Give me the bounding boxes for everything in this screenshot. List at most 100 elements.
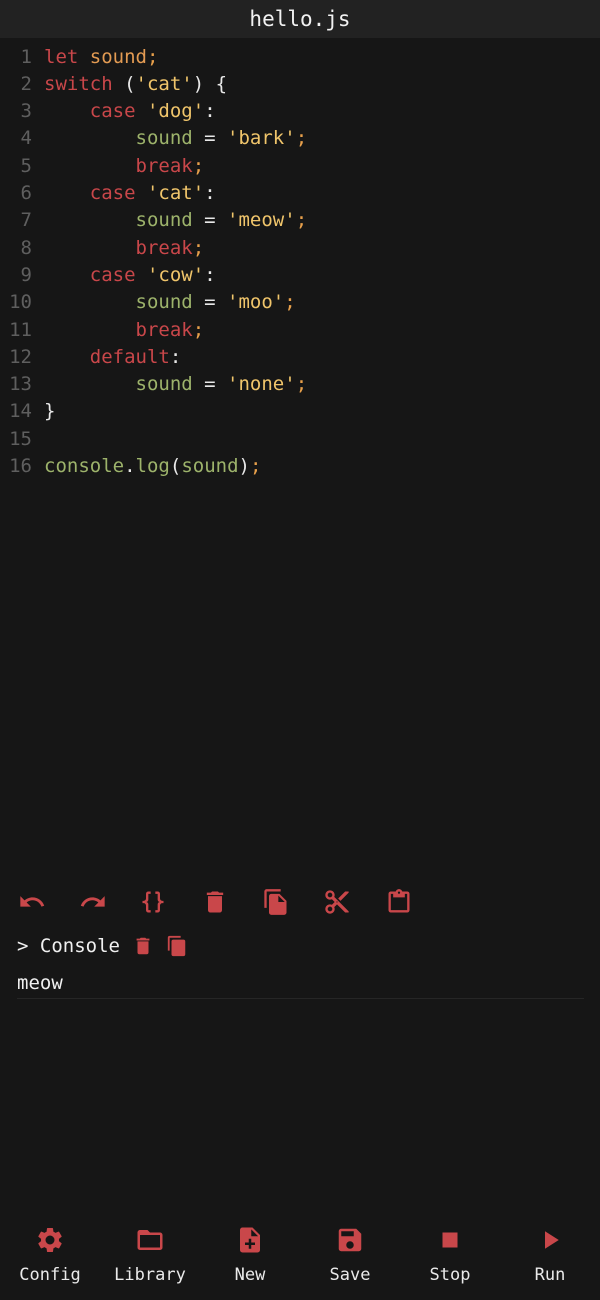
- code-line[interactable]: 4 sound = 'bark';: [0, 125, 600, 152]
- code-token: let: [44, 45, 79, 68]
- copy-button[interactable]: [258, 884, 294, 920]
- save-label: Save: [329, 1265, 371, 1285]
- code-text: break;: [32, 154, 205, 177]
- code-token: ;: [192, 154, 205, 177]
- run-button[interactable]: Run: [500, 1222, 600, 1292]
- code-token: case: [89, 182, 136, 204]
- code-line[interactable]: 15: [0, 425, 600, 452]
- code-text: }: [32, 400, 55, 422]
- save-icon: [338, 1228, 362, 1252]
- redo-button[interactable]: [75, 884, 111, 920]
- code-token: :: [169, 345, 182, 368]
- trash-icon: [206, 891, 224, 913]
- console-output-line: meow: [17, 972, 63, 994]
- save-button[interactable]: Save: [300, 1222, 400, 1292]
- code-token: sound: [181, 455, 239, 477]
- copy-icon: [264, 889, 287, 915]
- code-line[interactable]: 5 break;: [0, 152, 600, 179]
- code-token: ;: [284, 291, 296, 314]
- undo-button[interactable]: [14, 884, 50, 920]
- delete-button[interactable]: [197, 884, 233, 920]
- code-token: ;: [295, 127, 308, 150]
- code-token: =: [192, 291, 228, 314]
- paste-button[interactable]: [381, 884, 417, 920]
- code-line[interactable]: 2 switch ('cat') {: [0, 70, 600, 97]
- line-number: 1: [20, 45, 32, 68]
- config-label: Config: [19, 1265, 81, 1285]
- code-line[interactable]: 6 case 'cat':: [0, 180, 600, 207]
- code-token: case: [89, 263, 136, 286]
- code-token: ) {: [192, 72, 228, 95]
- code-text: sound = 'moo';: [32, 291, 296, 313]
- code-text: sound = 'meow';: [32, 209, 308, 232]
- line-number: 9: [20, 263, 32, 286]
- code-line[interactable]: 3 case 'dog':: [0, 98, 600, 125]
- code-line[interactable]: 10 sound = 'moo';: [0, 289, 600, 316]
- line-number: 14: [9, 400, 32, 423]
- code-token: ;: [249, 455, 262, 477]
- library-label: Library: [114, 1265, 186, 1285]
- code-editor[interactable]: 1 let sound; 2 switch ('cat') {3 case 'dog'…: [0, 43, 600, 873]
- code-text: let sound;: [32, 46, 158, 68]
- new-button[interactable]: New: [200, 1222, 300, 1292]
- code-line[interactable]: 7 sound = 'meow';: [0, 207, 600, 234]
- new-file-icon: [240, 1227, 260, 1253]
- code-token: =: [192, 127, 228, 150]
- console-clear-button[interactable]: [132, 934, 154, 958]
- line-number: 6: [20, 182, 32, 204]
- code-line[interactable]: 9 case 'cow':: [0, 261, 600, 288]
- code-text: case 'cow':: [32, 264, 216, 286]
- code-line[interactable]: 12 default:: [0, 343, 600, 370]
- undo-icon: [20, 896, 45, 907]
- code-token: 'meow': [227, 209, 296, 232]
- stop-label: Stop: [429, 1265, 471, 1285]
- code-line[interactable]: 16 console.log(sound);: [0, 453, 600, 480]
- code-line[interactable]: 8 break;: [0, 234, 600, 261]
- stop-button[interactable]: Stop: [400, 1222, 500, 1292]
- code-token: .: [124, 455, 136, 477]
- code-token: ;: [295, 209, 308, 232]
- code-text: sound = 'none';: [32, 373, 308, 396]
- code-token: ;: [192, 318, 205, 341]
- code-token: break: [135, 236, 193, 259]
- code-line[interactable]: 14}: [0, 398, 600, 425]
- code-token: ): [238, 455, 250, 477]
- config-button[interactable]: Config: [0, 1222, 100, 1292]
- braces-icon: [142, 891, 164, 913]
- code-token: 'none': [227, 373, 296, 396]
- code-text: case 'dog':: [32, 100, 216, 122]
- code-text: case 'cat':: [32, 182, 216, 204]
- code-token: sound: [135, 127, 193, 150]
- cut-button[interactable]: [319, 884, 355, 920]
- line-number: 13: [9, 373, 32, 396]
- play-icon: [545, 1231, 559, 1249]
- code-line[interactable]: 1 let sound;: [0, 43, 600, 70]
- console-copy-button[interactable]: [166, 934, 188, 958]
- code-text: break;: [32, 236, 205, 259]
- code-token: break: [135, 154, 193, 177]
- line-number: 8: [20, 236, 32, 259]
- console-title: > Console: [17, 935, 120, 957]
- code-text: switch ('cat') {: [32, 73, 227, 95]
- code-line[interactable]: 13 sound = 'none';: [0, 371, 600, 398]
- code-token: :: [204, 182, 216, 204]
- code-token: :: [204, 263, 216, 286]
- code-token: ;: [192, 236, 205, 259]
- library-button[interactable]: Library: [100, 1222, 200, 1292]
- line-number: 15: [9, 427, 32, 450]
- format-button[interactable]: [135, 884, 171, 920]
- code-token: (: [112, 72, 136, 95]
- editor-toolbar: [0, 884, 600, 920]
- code-token: 'cat': [135, 72, 193, 95]
- line-number: 2: [20, 72, 32, 95]
- code-token: switch: [44, 72, 113, 95]
- code-line[interactable]: 11 break;: [0, 316, 600, 343]
